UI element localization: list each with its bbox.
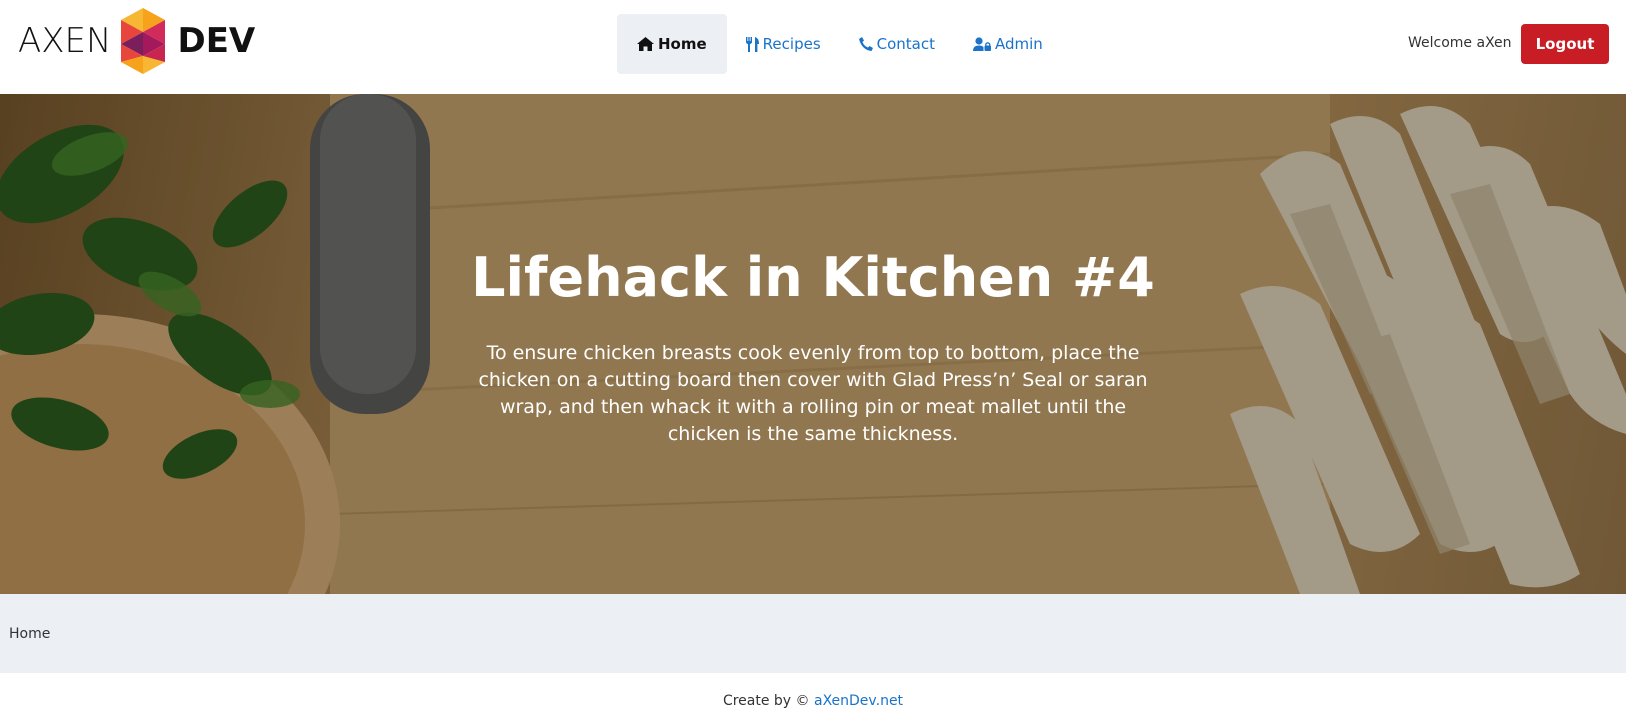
site-header: AXEN DEV Home Recipes Contact Admin Welc… — [0, 0, 1626, 94]
brand-right-text: DEV — [177, 21, 256, 61]
welcome-text: Welcome aXen — [1408, 35, 1512, 51]
footer-link[interactable]: aXenDev.net — [814, 693, 903, 709]
nav-item-recipes[interactable]: Recipes — [727, 14, 840, 74]
nav-item-home[interactable]: Home — [617, 14, 727, 74]
hero-title: Lifehack in Kitchen #4 — [471, 246, 1155, 309]
breadcrumb-bar: Home — [0, 594, 1626, 673]
breadcrumb-current: Home — [9, 626, 51, 642]
brand-left-text: AXEN — [18, 21, 112, 61]
footer-prefix: Create by © — [722, 693, 810, 709]
brand-logo[interactable]: AXEN DEV — [18, 8, 255, 74]
hero-description: To ensure chicken breasts cook evenly fr… — [478, 342, 1148, 445]
home-icon — [637, 37, 654, 51]
nav-item-label: Admin — [995, 35, 1043, 53]
nav-item-label: Contact — [876, 35, 935, 53]
user-lock-icon — [973, 37, 991, 51]
phone-icon — [858, 37, 873, 51]
nav-item-contact[interactable]: Contact — [840, 14, 954, 74]
main-nav: Home Recipes Contact Admin — [617, 14, 1062, 74]
hero-banner: Lifehack in Kitchen #4 To ensure chicken… — [0, 94, 1626, 594]
nav-item-admin[interactable]: Admin — [954, 14, 1062, 74]
logo-mark-icon — [121, 8, 166, 74]
logout-button[interactable]: Logout — [1521, 24, 1609, 64]
site-footer: Create by © aXenDev.net — [0, 693, 1626, 709]
nav-item-label: Recipes — [762, 35, 821, 53]
nav-item-label: Home — [658, 35, 707, 53]
utensils-icon — [745, 36, 759, 52]
